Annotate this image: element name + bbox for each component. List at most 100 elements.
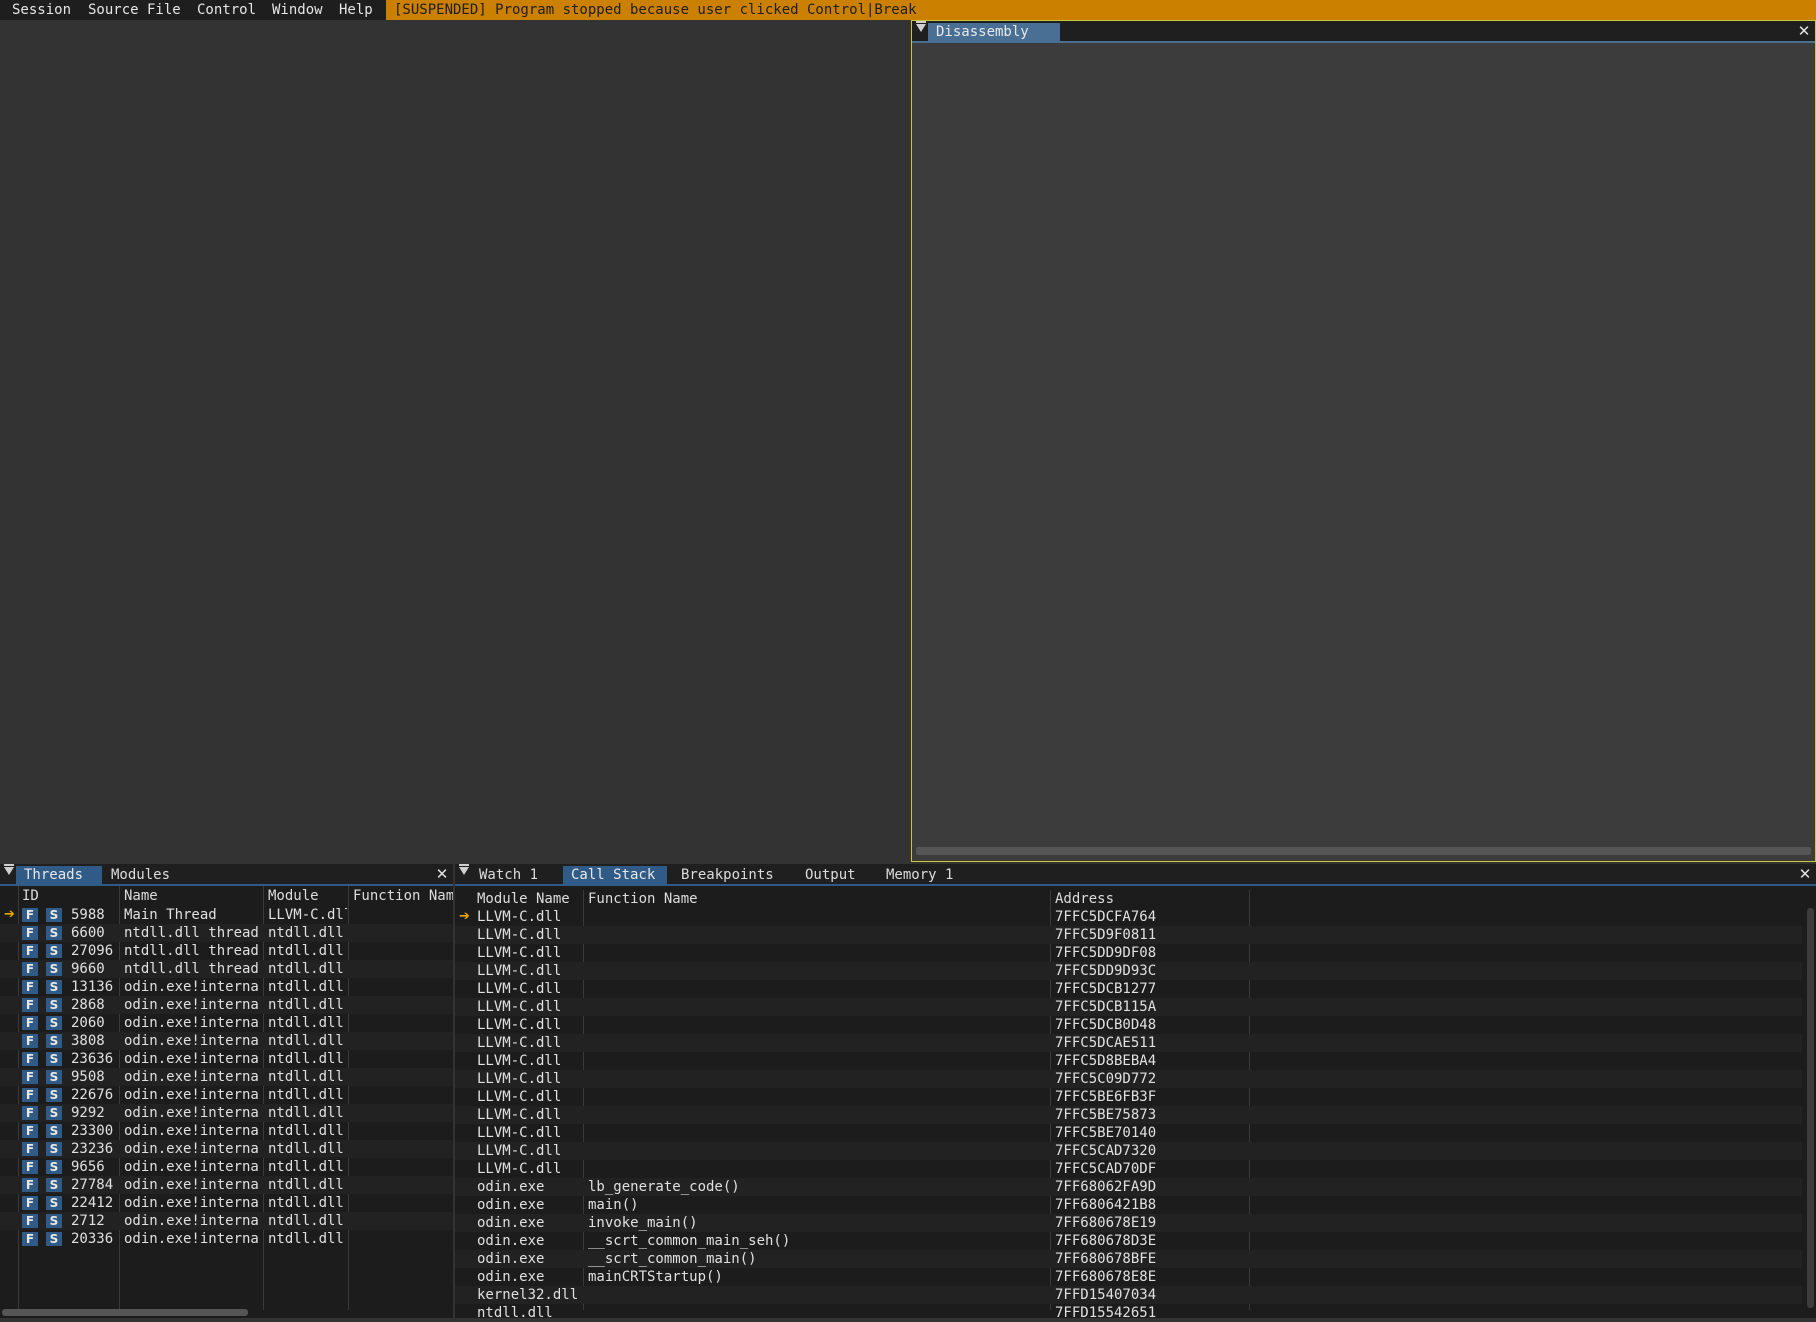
table-row[interactable]: F S 13136 odin.exe!interna ntdll.dll xyxy=(0,978,453,996)
table-row[interactable]: odin.exe lb_generate_code() 7FF68062FA9D xyxy=(455,1178,1802,1196)
select-button[interactable]: S xyxy=(46,1016,62,1030)
select-button[interactable]: S xyxy=(46,1070,62,1084)
table-row[interactable]: LLVM-C.dll 7FFC5DCAE511 xyxy=(455,1034,1802,1052)
select-button[interactable]: S xyxy=(46,980,62,994)
panel-menu-icon[interactable] xyxy=(4,864,14,875)
select-button[interactable]: S xyxy=(46,962,62,976)
tab-breakpoints[interactable]: Breakpoints xyxy=(673,866,782,884)
freeze-button[interactable]: F xyxy=(22,1142,38,1156)
table-row[interactable]: ntdll.dll 7FFD15542651 xyxy=(455,1304,1802,1322)
freeze-button[interactable]: F xyxy=(22,962,38,976)
panel-menu-icon[interactable] xyxy=(459,864,469,875)
freeze-button[interactable]: F xyxy=(22,1196,38,1210)
column-header-module[interactable]: Module xyxy=(268,887,348,905)
freeze-button[interactable]: F xyxy=(22,1124,38,1138)
menu-source-file[interactable]: Source File xyxy=(82,0,187,20)
freeze-button[interactable]: F xyxy=(22,1088,38,1102)
freeze-button[interactable]: F xyxy=(22,1160,38,1174)
table-row[interactable]: odin.exe __scrt_common_main() 7FF680678BFE xyxy=(455,1250,1802,1268)
tab-disassembly[interactable]: Disassembly xyxy=(928,23,1060,41)
table-row[interactable]: F S 23636 odin.exe!interna ntdll.dll xyxy=(0,1050,453,1068)
column-header-address[interactable]: Address xyxy=(1055,890,1114,908)
select-button[interactable]: S xyxy=(46,908,62,922)
select-button[interactable]: S xyxy=(46,1106,62,1120)
horizontal-scrollbar[interactable] xyxy=(916,847,1811,855)
select-button[interactable]: S xyxy=(46,1160,62,1174)
freeze-button[interactable]: F xyxy=(22,1034,38,1048)
table-row[interactable]: F S 9660 ntdll.dll thread ntdll.dll xyxy=(0,960,453,978)
table-row[interactable]: odin.exe invoke_main() 7FF680678E19 xyxy=(455,1214,1802,1232)
select-button[interactable]: S xyxy=(46,1232,62,1246)
table-row[interactable]: F S 22412 odin.exe!interna ntdll.dll xyxy=(0,1194,453,1212)
table-row[interactable]: odin.exe mainCRTStartup() 7FF680678E8E xyxy=(455,1268,1802,1286)
freeze-button[interactable]: F xyxy=(22,926,38,940)
menu-session[interactable]: Session xyxy=(6,0,77,20)
select-button[interactable]: S xyxy=(46,1142,62,1156)
freeze-button[interactable]: F xyxy=(22,998,38,1012)
table-row[interactable]: LLVM-C.dll 7FFC5C09D772 xyxy=(455,1070,1802,1088)
table-row[interactable]: LLVM-C.dll 7FFC5BE70140 xyxy=(455,1124,1802,1142)
panel-menu-icon[interactable] xyxy=(916,21,926,32)
table-row[interactable]: LLVM-C.dll 7FFC5CAD7320 xyxy=(455,1142,1802,1160)
menu-help[interactable]: Help xyxy=(333,0,379,20)
close-icon[interactable]: ✕ xyxy=(1795,21,1813,41)
select-button[interactable]: S xyxy=(46,1196,62,1210)
freeze-button[interactable]: F xyxy=(22,1214,38,1228)
freeze-button[interactable]: F xyxy=(22,908,38,922)
freeze-button[interactable]: F xyxy=(22,1016,38,1030)
table-row[interactable]: kernel32.dll 7FFD15407034 xyxy=(455,1286,1802,1304)
table-row[interactable]: odin.exe main() 7FF6806421B8 xyxy=(455,1196,1802,1214)
tab-call-stack[interactable]: Call Stack xyxy=(563,866,667,884)
table-row[interactable]: LLVM-C.dll 7FFC5DCB0D48 xyxy=(455,1016,1802,1034)
table-row[interactable]: F S 9656 odin.exe!interna ntdll.dll xyxy=(0,1158,453,1176)
table-row[interactable]: F S 9292 odin.exe!interna ntdll.dll xyxy=(0,1104,453,1122)
table-row[interactable]: LLVM-C.dll 7FFC5CAD70DF xyxy=(455,1160,1802,1178)
table-row[interactable]: F S 9508 odin.exe!interna ntdll.dll xyxy=(0,1068,453,1086)
select-button[interactable]: S xyxy=(46,1178,62,1192)
vertical-scrollbar[interactable] xyxy=(1807,908,1814,1308)
close-icon[interactable]: ✕ xyxy=(433,864,451,884)
freeze-button[interactable]: F xyxy=(22,980,38,994)
table-row[interactable]: F S 22676 odin.exe!interna ntdll.dll xyxy=(0,1086,453,1104)
select-button[interactable]: S xyxy=(46,1052,62,1066)
table-row[interactable]: F S 20336 odin.exe!interna ntdll.dll xyxy=(0,1230,453,1248)
table-row[interactable]: LLVM-C.dll 7FFC5D8BEBA4 xyxy=(455,1052,1802,1070)
select-button[interactable]: S xyxy=(46,944,62,958)
tab-modules[interactable]: Modules xyxy=(103,866,178,884)
freeze-button[interactable]: F xyxy=(22,1178,38,1192)
table-row[interactable]: ➔ F S 5988 Main Thread LLVM-C.dll xyxy=(0,906,453,924)
table-row[interactable]: LLVM-C.dll 7FFC5BE75873 xyxy=(455,1106,1802,1124)
table-row[interactable]: F S 6600 ntdll.dll thread ntdll.dll xyxy=(0,924,453,942)
table-row[interactable]: LLVM-C.dll 7FFC5BE6FB3F xyxy=(455,1088,1802,1106)
freeze-button[interactable]: F xyxy=(22,1070,38,1084)
table-row[interactable]: F S 2060 odin.exe!interna ntdll.dll xyxy=(0,1014,453,1032)
select-button[interactable]: S xyxy=(46,1124,62,1138)
table-row[interactable]: LLVM-C.dll 7FFC5D9F0811 xyxy=(455,926,1802,944)
tab-watch-1[interactable]: Watch 1 xyxy=(471,866,546,884)
table-row[interactable]: LLVM-C.dll 7FFC5DCB115A xyxy=(455,998,1802,1016)
select-button[interactable]: S xyxy=(46,1034,62,1048)
table-row[interactable]: F S 23236 odin.exe!interna ntdll.dll xyxy=(0,1140,453,1158)
table-row[interactable]: F S 3808 odin.exe!interna ntdll.dll xyxy=(0,1032,453,1050)
select-button[interactable]: S xyxy=(46,926,62,940)
column-header-id[interactable]: ID xyxy=(22,887,117,905)
select-button[interactable]: S xyxy=(46,1088,62,1102)
tab-memory-1[interactable]: Memory 1 xyxy=(878,866,961,884)
menu-control[interactable]: Control xyxy=(191,0,262,20)
freeze-button[interactable]: F xyxy=(22,1232,38,1246)
table-row[interactable]: F S 2712 odin.exe!interna ntdll.dll xyxy=(0,1212,453,1230)
table-row[interactable]: odin.exe __scrt_common_main_seh() 7FF68067… xyxy=(455,1232,1802,1250)
freeze-button[interactable]: F xyxy=(22,1106,38,1120)
table-row[interactable]: ➔ LLVM-C.dll 7FFC5DCFA764 xyxy=(455,908,1802,926)
tab-threads[interactable]: Threads xyxy=(16,866,102,884)
table-row[interactable]: LLVM-C.dll 7FFC5DD9D93C xyxy=(455,962,1802,980)
column-header-function[interactable]: Function Nam xyxy=(353,887,453,905)
table-row[interactable]: F S 27784 odin.exe!interna ntdll.dll xyxy=(0,1176,453,1194)
table-row[interactable]: F S 23300 odin.exe!interna ntdll.dll xyxy=(0,1122,453,1140)
table-row[interactable]: F S 27096 ntdll.dll thread ntdll.dll xyxy=(0,942,453,960)
close-icon[interactable]: ✕ xyxy=(1796,864,1814,884)
menu-window[interactable]: Window xyxy=(266,0,329,20)
freeze-button[interactable]: F xyxy=(22,944,38,958)
column-header-function-name[interactable]: Function Name xyxy=(588,890,698,908)
table-row[interactable]: F S 2868 odin.exe!interna ntdll.dll xyxy=(0,996,453,1014)
